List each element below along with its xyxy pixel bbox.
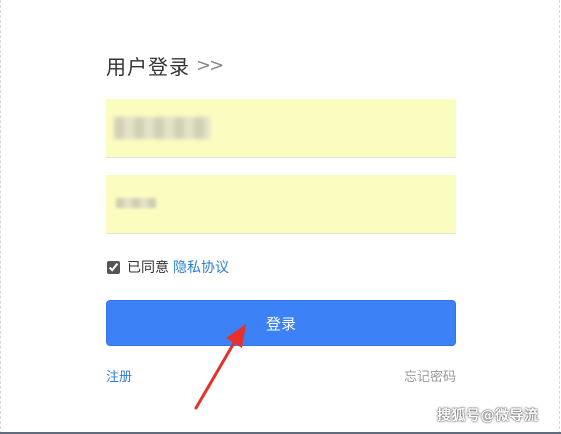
forgot-password-link[interactable]: 忘记密码 (404, 366, 456, 385)
bottom-links: 注册 忘记密码 (106, 366, 456, 385)
password-input[interactable] (106, 175, 456, 233)
password-redacted-value (116, 198, 156, 208)
red-arrow-icon (194, 324, 246, 410)
password-field[interactable] (106, 175, 456, 234)
agree-checkbox[interactable] (107, 260, 120, 274)
register-link[interactable]: 注册 (106, 366, 132, 385)
username-redacted-value (114, 117, 210, 139)
agreement-row: 已同意 隐私协议 (106, 257, 229, 277)
watermark: 搜狐号@微导流 (437, 408, 539, 424)
double-chevron-right-icon: >> (196, 54, 224, 76)
login-panel: 用户登录 >> 已同意 隐私协议 登录 注册 忘记密码 (106, 48, 456, 385)
username-field[interactable] (106, 99, 456, 158)
login-button[interactable]: 登录 (106, 300, 456, 346)
privacy-policy-link[interactable]: 隐私协议 (173, 257, 229, 277)
page-border-left (0, 0, 2, 434)
login-title-row: 用户登录 >> (106, 48, 456, 82)
page-title: 用户登录 (106, 54, 190, 79)
agree-label: 已同意 (127, 260, 169, 276)
